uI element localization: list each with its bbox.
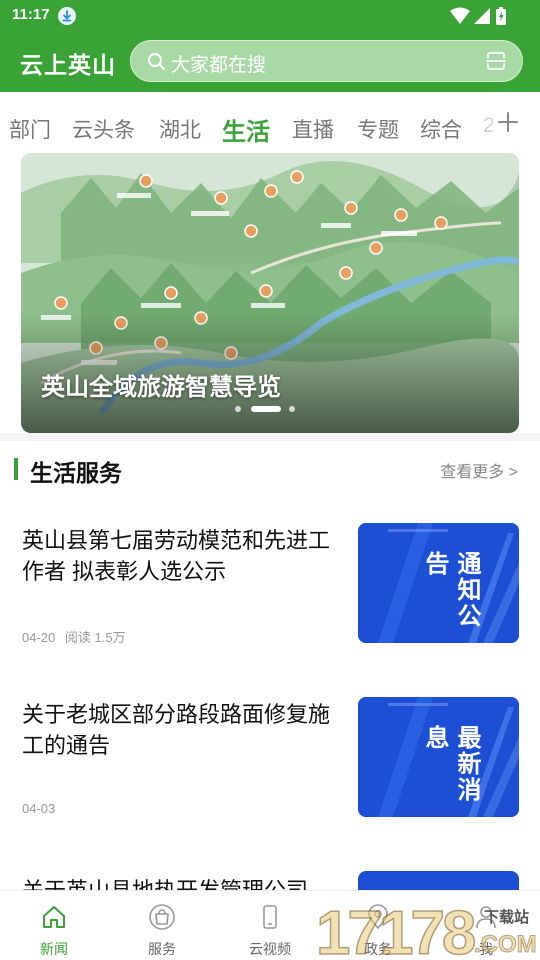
tab-department[interactable]: 部门 — [9, 114, 51, 144]
section-accent-bar — [14, 458, 18, 480]
carousel-dot — [289, 406, 295, 412]
home-icon — [43, 906, 65, 928]
news-item[interactable]: 关于老城区部分路段路面修复施工的通告 04-03 最新消息 — [0, 697, 540, 857]
carousel-indicator — [235, 405, 305, 413]
search-bar[interactable]: 大家都在搜 — [130, 40, 523, 82]
tab-life[interactable]: 生活 — [222, 112, 270, 147]
tab-topics[interactable]: 专题 — [357, 114, 399, 144]
svg-text:17178: 17178 — [316, 899, 475, 960]
thumb-label: 最新消息 — [421, 725, 480, 803]
section-header: 生活服务 查看更多 > — [0, 450, 540, 490]
nav-label: 服务 — [148, 941, 176, 957]
watermark-logo: 17178 下载站 .COM — [316, 898, 537, 960]
section-divider — [0, 433, 540, 441]
signal-icon — [474, 8, 490, 24]
news-item[interactable]: 关于英山县地热开发管理公司 — [0, 871, 540, 890]
view-more-link[interactable]: 查看更多 > — [440, 458, 518, 482]
nav-video[interactable]: 云视频 — [216, 891, 324, 960]
section-title: 生活服务 — [30, 460, 122, 486]
tab-headlines[interactable]: 云头条 — [72, 114, 135, 144]
news-date: 04-03 — [22, 801, 56, 816]
phone-icon — [263, 905, 277, 929]
news-title: 英山县第七届劳动模范和先进工作者 拟表彰人选公示 — [22, 528, 331, 584]
news-item[interactable]: 英山县第七届劳动模范和先进工作者 拟表彰人选公示 04-20 阅读 1.5万 通… — [0, 523, 540, 683]
news-thumbnail — [358, 871, 519, 890]
carousel-dot-active — [251, 406, 281, 412]
status-bar: 11:17 — [0, 0, 540, 32]
nav-label: 云视频 — [249, 941, 291, 957]
status-time: 11:17 — [12, 6, 50, 23]
news-meta: 04-20 阅读 1.5万 — [22, 627, 126, 646]
banner-carousel[interactable]: 英山全域旅游智慧导览 — [21, 153, 519, 433]
nav-label: 新闻 — [40, 941, 68, 957]
news-thumbnail: 通知公告 — [358, 523, 519, 643]
app-header: 云上英山 大家都在搜 — [0, 32, 540, 92]
wifi-icon — [450, 7, 470, 24]
banner-caption: 英山全域旅游智慧导览 — [41, 374, 281, 401]
add-channel-icon[interactable] — [496, 110, 520, 134]
news-title: 关于英山县地热开发管理公司 — [22, 875, 342, 890]
svg-text:.COM: .COM — [474, 931, 537, 958]
search-icon — [148, 53, 165, 70]
news-reads: 阅读 1.5万 — [64, 630, 126, 645]
download-icon — [58, 7, 76, 25]
tab-live[interactable]: 直播 — [292, 114, 334, 144]
news-meta: 04-03 — [22, 801, 55, 816]
nav-news[interactable]: 新闻 — [0, 891, 108, 960]
carousel-dot — [235, 406, 241, 412]
battery-icon — [496, 7, 506, 25]
nav-service[interactable]: 服务 — [108, 891, 216, 960]
news-title: 关于老城区部分路段路面修复施工的通告 — [22, 702, 331, 758]
svg-text:下载站: 下载站 — [484, 908, 529, 926]
news-date: 04-20 — [22, 630, 56, 645]
tab-general[interactable]: 综合 — [420, 114, 462, 144]
bag-icon — [149, 904, 175, 930]
news-thumbnail: 最新消息 — [358, 697, 519, 817]
tab-hubei[interactable]: 湖北 — [159, 114, 201, 144]
scan-icon[interactable] — [486, 51, 506, 71]
app-title: 云上英山 — [20, 52, 116, 78]
channel-tabs: 部门 云头条 湖北 生活 直播 专题 综合 2 — [0, 102, 540, 152]
thumb-label: 通知公告 — [421, 551, 480, 629]
search-placeholder: 大家都在搜 — [171, 55, 267, 76]
